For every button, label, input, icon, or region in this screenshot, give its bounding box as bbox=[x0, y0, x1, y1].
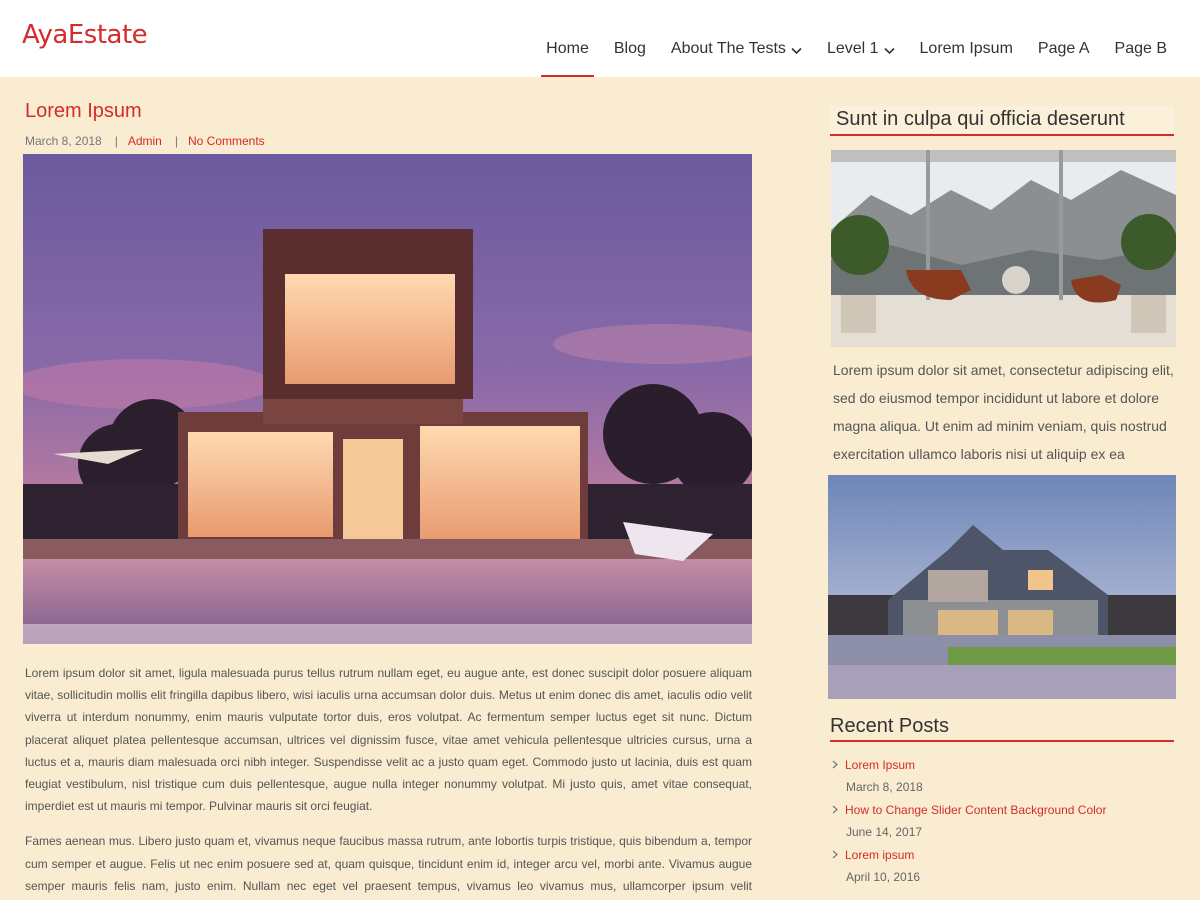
sidebar-image-house[interactable] bbox=[828, 475, 1176, 699]
recent-post-link[interactable]: Lorem ipsum bbox=[832, 848, 1176, 862]
post-date[interactable]: March 8, 2018 bbox=[25, 134, 102, 148]
site-header: AyaEstate Home Blog About The Tests Leve… bbox=[0, 0, 1200, 77]
post-content: Lorem ipsum dolor sit amet, ligula males… bbox=[23, 662, 752, 900]
list-item: Lorem Ipsum March 8, 2018 bbox=[832, 758, 1176, 794]
meta-separator: | bbox=[114, 134, 118, 148]
nav-label: Blog bbox=[613, 40, 646, 57]
post-comments-link[interactable]: No Comments bbox=[188, 134, 265, 148]
nav-item-about-the-tests[interactable]: About The Tests bbox=[666, 40, 807, 77]
chevron-right-icon bbox=[832, 803, 838, 817]
nav-item-page-a[interactable]: Page A bbox=[1033, 40, 1095, 77]
nav-item-level-1[interactable]: Level 1 bbox=[822, 40, 900, 77]
chevron-right-icon bbox=[832, 848, 838, 862]
widget-text: Lorem ipsum dolor sit amet, consectetur … bbox=[833, 362, 1174, 462]
nav-label: About The Tests bbox=[670, 40, 786, 57]
recent-post-link[interactable]: How to Change Slider Content Background … bbox=[832, 803, 1176, 817]
post-paragraph: Fames aenean mus. Libero justo quam et, … bbox=[25, 834, 752, 893]
nav-item-home[interactable]: Home bbox=[541, 40, 594, 77]
post-title[interactable]: Lorem Ipsum bbox=[25, 100, 752, 123]
nav-item-lorem-ipsum[interactable]: Lorem Ipsum bbox=[915, 40, 1018, 77]
recent-posts-list: Lorem Ipsum March 8, 2018 How to Change … bbox=[832, 758, 1176, 884]
list-item: Lorem ipsum April 10, 2016 bbox=[832, 848, 1176, 884]
recent-post-date: June 14, 2017 bbox=[846, 825, 923, 839]
recent-post-date: March 8, 2018 bbox=[846, 780, 923, 794]
main-nav: Home Blog About The Tests Level 1 Lorem … bbox=[526, 40, 1172, 77]
chevron-down-icon bbox=[791, 42, 802, 60]
list-item: How to Change Slider Content Background … bbox=[832, 803, 1176, 839]
site-logo[interactable]: AyaEstate bbox=[22, 20, 148, 50]
nav-label: Level 1 bbox=[826, 40, 879, 57]
nav-label: Home bbox=[546, 40, 589, 57]
recent-post-title: Lorem Ipsum bbox=[845, 758, 916, 772]
post-meta: March 8, 2018 | Admin | No Comments bbox=[25, 134, 752, 148]
recent-post-title: Lorem ipsum bbox=[845, 848, 915, 862]
post-featured-image[interactable] bbox=[23, 154, 752, 644]
recent-post-date: April 10, 2016 bbox=[846, 870, 921, 884]
chevron-down-icon bbox=[883, 42, 895, 60]
post-author-link[interactable]: Admin bbox=[128, 134, 162, 148]
recent-posts-title: Recent Posts bbox=[830, 715, 1174, 742]
meta-separator: | bbox=[174, 134, 178, 148]
nav-label: Lorem Ipsum bbox=[919, 40, 1013, 57]
nav-label: Page A bbox=[1037, 40, 1090, 57]
recent-post-link[interactable]: Lorem Ipsum bbox=[832, 758, 1176, 772]
nav-label: Page B bbox=[1114, 40, 1167, 57]
post-article: Lorem Ipsum March 8, 2018 | Admin | No C… bbox=[23, 100, 752, 900]
sidebar: Sunt in culpa qui officia deserunt Lorem… bbox=[828, 106, 1176, 893]
post-paragraph: Lorem ipsum dolor sit amet, ligula males… bbox=[25, 666, 752, 814]
nav-item-page-b[interactable]: Page B bbox=[1110, 40, 1172, 77]
sidebar-image-interior[interactable] bbox=[831, 150, 1176, 347]
nav-item-blog[interactable]: Blog bbox=[609, 40, 651, 77]
widget-title: Sunt in culpa qui officia deserunt bbox=[830, 106, 1174, 136]
recent-post-title: How to Change Slider Content Background … bbox=[845, 803, 1107, 817]
chevron-right-icon bbox=[832, 758, 838, 772]
